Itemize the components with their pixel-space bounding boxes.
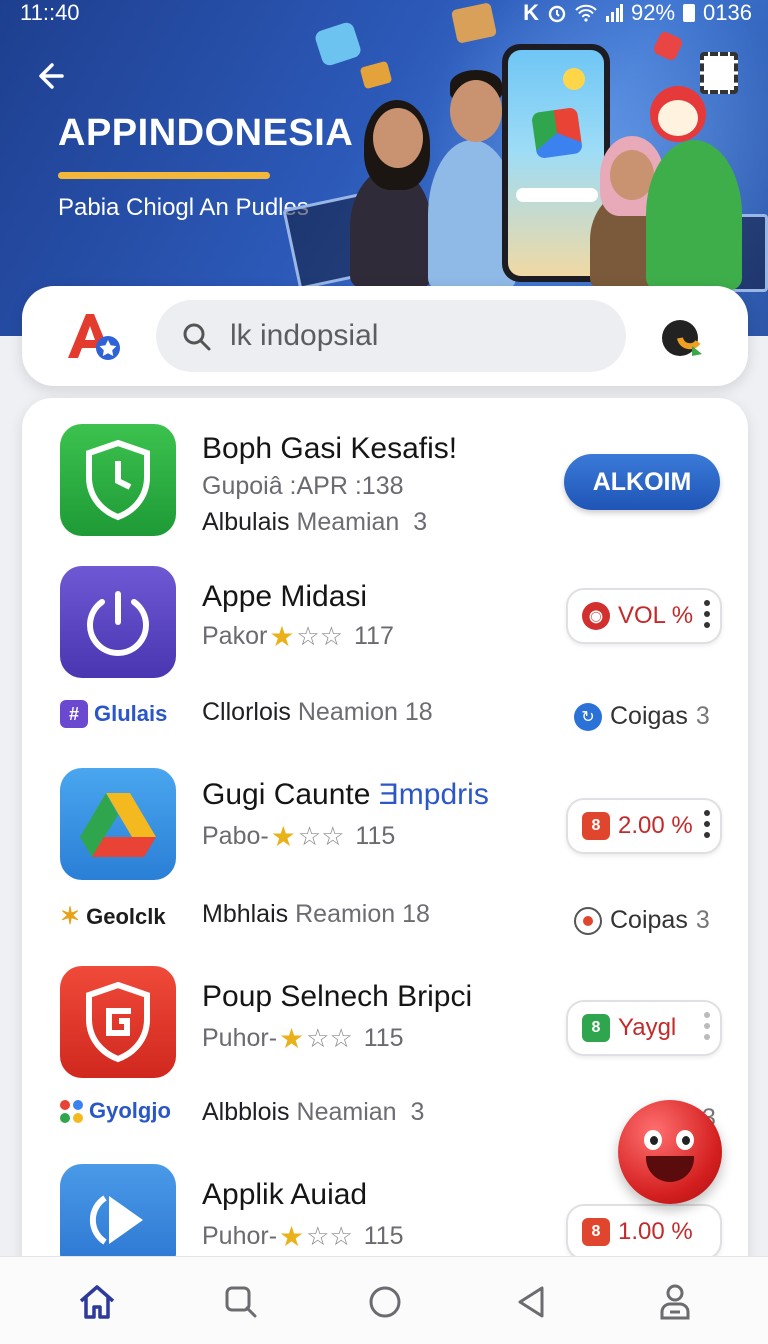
app-title: Applik Auiad: [202, 1178, 368, 1211]
nav-back[interactable]: [508, 1279, 554, 1325]
search-input[interactable]: [230, 316, 610, 356]
badge-icon: 8: [582, 1014, 610, 1042]
hashtag-icon: #: [60, 700, 88, 728]
qr-code-icon: [700, 52, 738, 94]
dots-cluster-icon: [60, 1099, 83, 1123]
search-icon: [225, 1286, 257, 1318]
status-pill[interactable]: ◉ VOL %: [566, 588, 722, 644]
bottom-navigation: [0, 1256, 768, 1344]
badge-icon: 8: [582, 1218, 610, 1246]
target-icon: ◉: [582, 602, 610, 630]
app-rating: Pakor ★ ☆☆ 117: [202, 621, 394, 652]
battery-percent: 92%: [631, 0, 676, 25]
app-title: Poup Selnech Bripci: [202, 980, 473, 1013]
nav-home[interactable]: [74, 1279, 120, 1325]
app-subtitle: Gupoiâ :APR :138: [202, 472, 404, 500]
app-meta: Mbhlais Reamion 18: [202, 900, 430, 928]
badge-icon: 8: [582, 812, 610, 840]
drive-triangle-icon: [60, 768, 176, 880]
app-rating: Puhor- ★ ☆☆ 115: [202, 1221, 404, 1252]
app-meta: Albblois Neamian 3: [202, 1098, 425, 1126]
app-logo-icon[interactable]: [62, 308, 122, 364]
shield-g-icon: [60, 966, 176, 1078]
shield-check-icon: [60, 424, 176, 536]
more-options-icon[interactable]: [704, 600, 710, 628]
battery-icon: [683, 4, 696, 22]
refresh-icon: ↻: [574, 702, 602, 731]
mascot-assistant-button[interactable]: [618, 1100, 722, 1204]
app-category: ✶ Geolclk: [60, 903, 166, 930]
app-title: Boph Gasi Kesafis!: [202, 432, 458, 465]
app-side-info: ↻ Coigas 3: [574, 702, 710, 731]
app-category: Gyolgjo: [60, 1098, 171, 1124]
back-arrow-icon[interactable]: [32, 56, 72, 96]
app-side-info: Coipas 3: [574, 906, 710, 935]
nav-home-circle[interactable]: [362, 1279, 408, 1325]
search-bar-card: [22, 286, 748, 386]
mascot-illustration: [646, 140, 742, 290]
app-rating: Pabo- ★ ☆☆ 115: [202, 821, 396, 852]
brand-title: APPINDONESIA: [58, 112, 354, 154]
app-category: # Glulais: [60, 700, 167, 728]
wifi-icon: [575, 4, 597, 22]
k-icon: K: [523, 0, 539, 25]
more-options-icon[interactable]: [704, 810, 710, 838]
app-title: Gugi Caunte Ǝmpdris: [202, 778, 489, 811]
circle-icon: [369, 1286, 401, 1318]
app-title: Appe Midasi: [202, 580, 368, 613]
status-pill[interactable]: 8 2.00 %: [566, 798, 722, 854]
status-pill[interactable]: 8 1.00 %: [566, 1204, 722, 1260]
install-button[interactable]: ALKOIM: [564, 454, 720, 510]
more-options-icon[interactable]: [704, 1012, 710, 1040]
app-meta: Cllorlois Neamion 18: [202, 698, 433, 726]
search-icon: [183, 323, 211, 351]
alarm-icon: [548, 5, 566, 23]
nav-profile[interactable]: [652, 1279, 698, 1325]
power-icon: [60, 566, 176, 678]
sparkle-icon: ✶: [60, 903, 81, 930]
app-meta: Albulais Meamian 3: [202, 508, 428, 536]
record-icon: [574, 906, 602, 935]
status-extra: 0136: [703, 0, 752, 25]
profile-icon: [660, 1284, 690, 1320]
status-bar: 11::40 K 92% 0136: [0, 0, 768, 28]
signal-icon: [606, 4, 623, 22]
app-rating: Puhor- ★ ☆☆ 115: [202, 1023, 404, 1054]
search-field[interactable]: [156, 300, 626, 372]
status-pill[interactable]: 8 Yaygl: [566, 1000, 722, 1056]
nav-search[interactable]: [218, 1279, 264, 1325]
profile-avatar-icon[interactable]: [658, 316, 706, 360]
brand-tagline: Pabia Chiogl An Pudles: [58, 194, 309, 221]
box-icon: [359, 60, 393, 90]
home-icon: [79, 1285, 115, 1319]
status-time: 11::40: [20, 0, 80, 25]
brand-underline: [58, 172, 270, 179]
back-triangle-icon: [518, 1286, 544, 1318]
